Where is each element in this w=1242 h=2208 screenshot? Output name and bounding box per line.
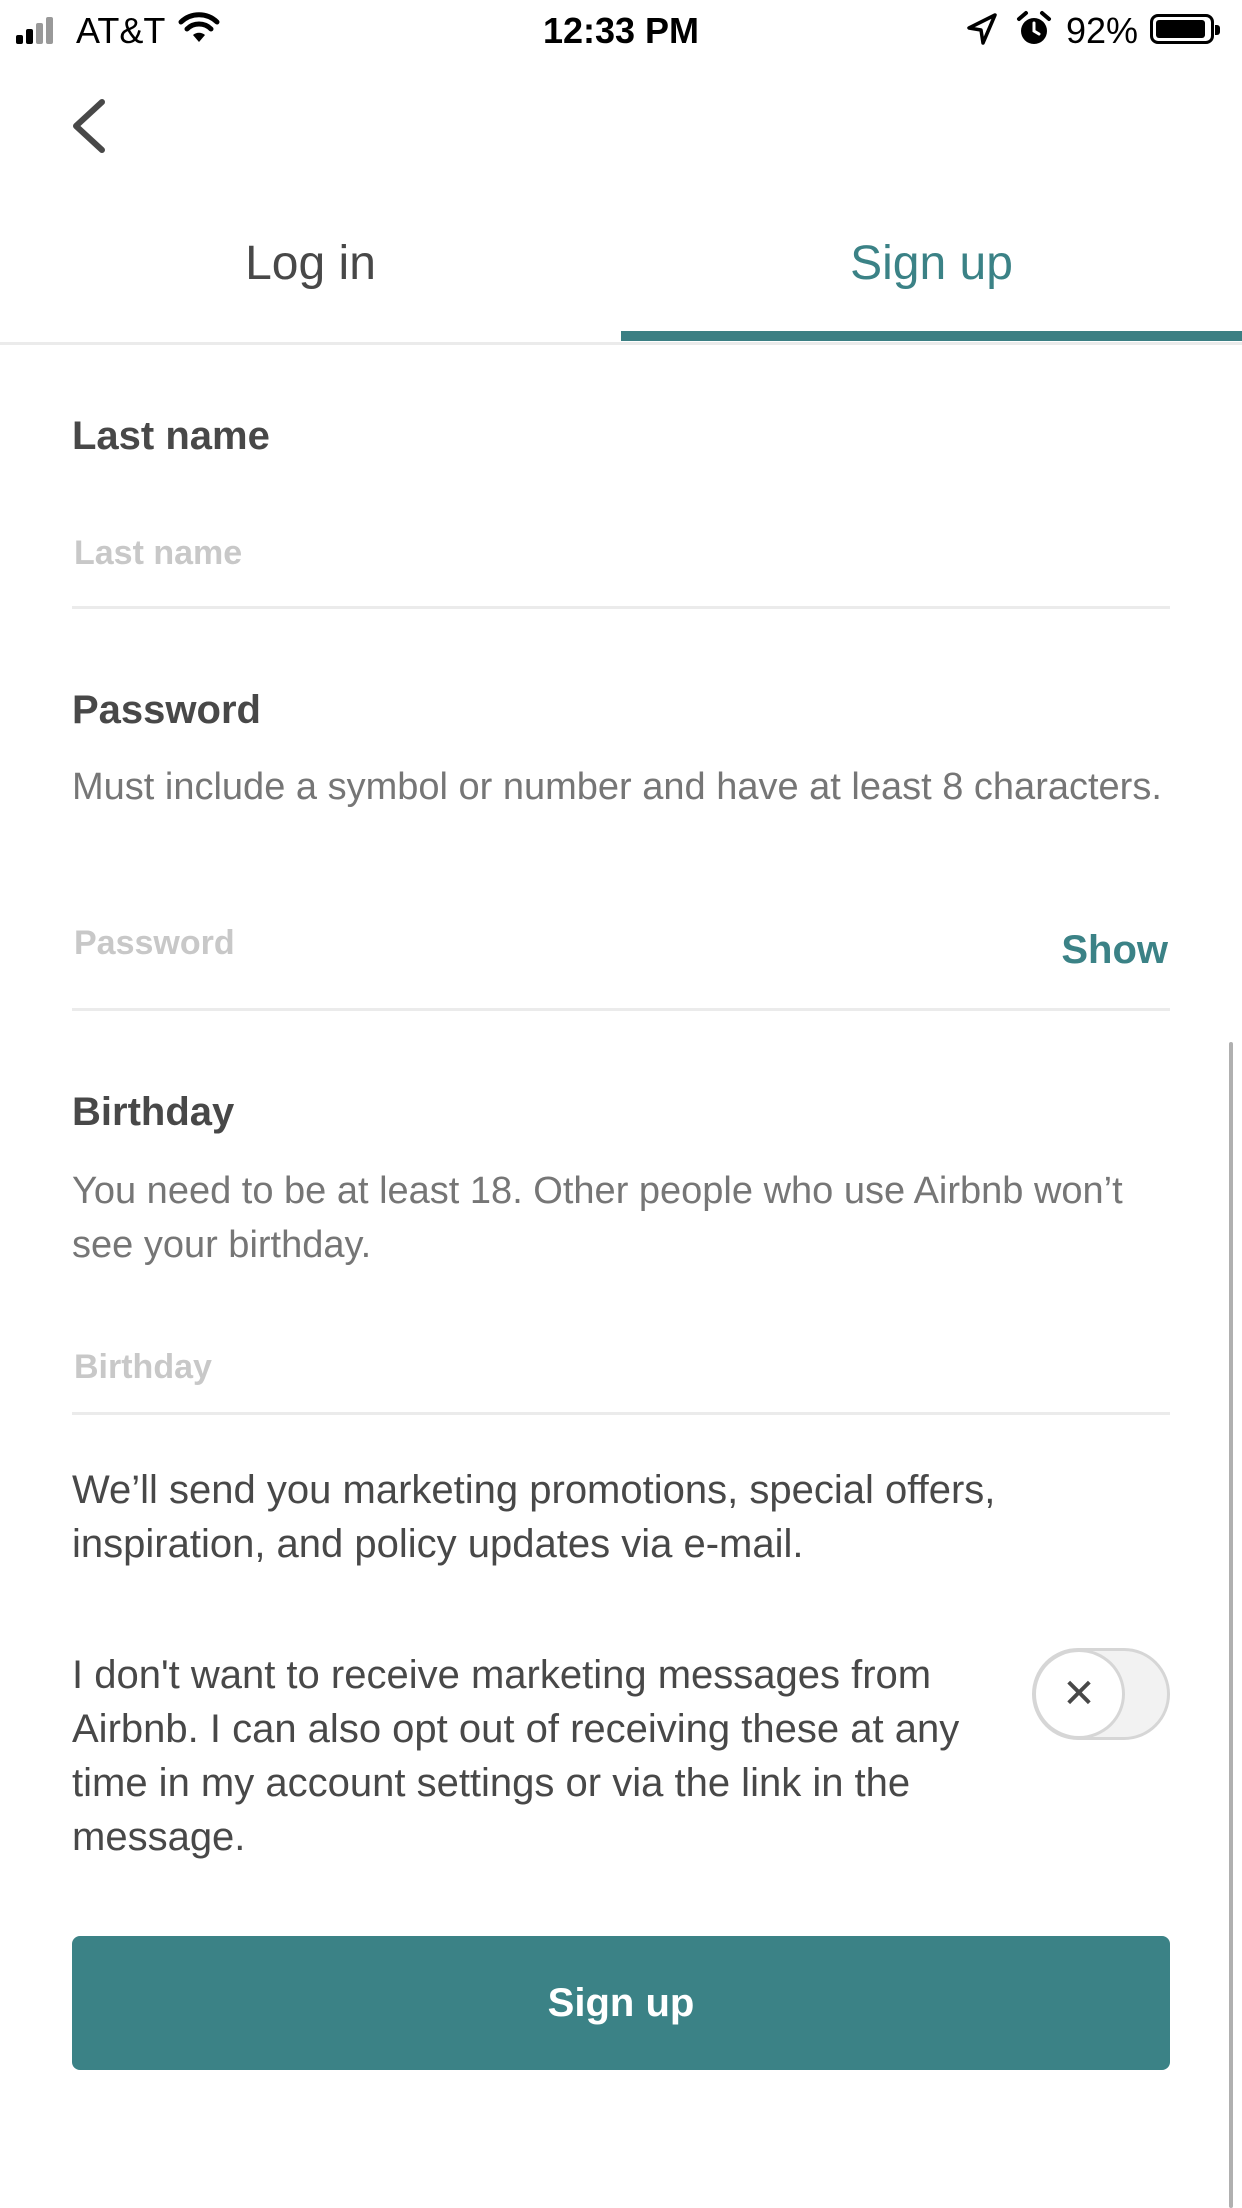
- back-button[interactable]: [66, 96, 110, 156]
- active-tab-indicator: [621, 331, 1242, 341]
- password-help: Must include a symbol or number and have…: [72, 766, 1162, 808]
- last-name-input[interactable]: Last name: [74, 534, 242, 573]
- birthday-label: Birthday: [72, 1090, 235, 1134]
- close-icon: ✕: [1033, 1649, 1125, 1739]
- marketing-notice: We’ll send you marketing promotions, spe…: [72, 1468, 996, 1566]
- password-input[interactable]: Password: [74, 924, 235, 963]
- birthday-input[interactable]: Birthday: [74, 1348, 212, 1387]
- alarm-icon: [1017, 11, 1051, 44]
- last-name-label: Last name: [72, 414, 270, 458]
- marketing-opt-out-text: I don't want to receive marketing messag…: [72, 1653, 960, 1859]
- battery-icon: [1150, 14, 1220, 44]
- scrollbar[interactable]: [1229, 1042, 1233, 2208]
- battery-percent: 92%: [1066, 10, 1139, 51]
- clock: 12:33 PM: [542, 10, 700, 51]
- status-bar: AT&T 12:33 PM 92%: [0, 0, 1242, 60]
- last-name-underline: [72, 606, 1170, 609]
- password-label: Password: [72, 688, 261, 732]
- password-underline: [72, 1008, 1170, 1011]
- birthday-underline: [72, 1412, 1170, 1415]
- location-icon: [967, 13, 997, 45]
- tab-log-in[interactable]: Log in: [0, 236, 621, 291]
- marketing-opt-out-toggle[interactable]: ✕: [1032, 1648, 1170, 1740]
- birthday-help: You need to be at least 18. Other people…: [72, 1170, 1123, 1266]
- sign-up-button-label: Sign up: [547, 1980, 695, 2025]
- tab-sign-up[interactable]: Sign up: [621, 236, 1242, 291]
- tab-divider: [0, 342, 1242, 345]
- show-password-button[interactable]: Show: [1061, 928, 1168, 973]
- sign-up-button[interactable]: Sign up: [72, 1936, 1170, 2070]
